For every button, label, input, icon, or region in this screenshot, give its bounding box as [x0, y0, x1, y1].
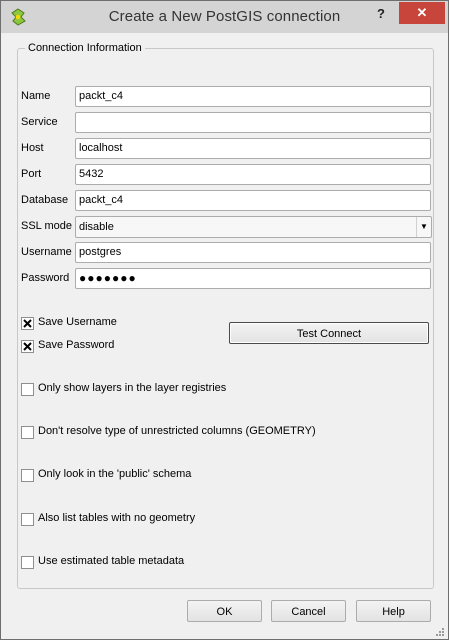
ssl-mode-value: disable	[79, 221, 114, 233]
test-connect-label: Test Connect	[296, 328, 362, 340]
database-label: Database	[21, 194, 69, 206]
port-input[interactable]: 5432	[75, 164, 431, 185]
checkbox-unchecked-icon[interactable]	[21, 556, 34, 569]
only-registries-label: Only show layers in the layer registries	[38, 382, 227, 394]
cancel-label: Cancel	[291, 606, 326, 618]
estimated-metadata-label: Use estimated table metadata	[38, 555, 185, 567]
help-button[interactable]: Help	[356, 600, 431, 622]
name-input[interactable]: packt_c4	[75, 86, 431, 107]
username-input[interactable]: postgres	[75, 242, 431, 263]
resize-grip-icon[interactable]	[435, 626, 445, 636]
group-title: Connection Information	[25, 42, 145, 54]
host-input[interactable]: localhost	[75, 138, 431, 159]
checkbox-unchecked-icon[interactable]	[21, 426, 34, 439]
checkbox-checked-icon[interactable]	[21, 317, 34, 330]
save-username-label: Save Username	[38, 316, 117, 328]
help-label: Help	[382, 606, 405, 618]
ssl-mode-select[interactable]: disable ▼	[75, 216, 432, 238]
service-label: Service	[21, 116, 58, 128]
ssl-mode-label: SSL mode	[21, 220, 72, 232]
checkbox-checked-icon[interactable]	[21, 340, 34, 353]
dialog-window: Create a New PostGIS connection ? ✕ Conn…	[0, 0, 449, 640]
host-label: Host	[21, 142, 44, 154]
checkbox-unchecked-icon[interactable]	[21, 513, 34, 526]
test-connect-button[interactable]: Test Connect	[229, 322, 429, 344]
title-bar[interactable]: Create a New PostGIS connection ? ✕	[1, 1, 448, 33]
help-icon[interactable]: ?	[370, 3, 392, 25]
save-password-label: Save Password	[38, 339, 115, 351]
ok-label: OK	[216, 606, 233, 618]
password-label: Password	[21, 272, 70, 284]
username-label: Username	[21, 246, 72, 258]
service-input[interactable]	[75, 112, 431, 133]
name-label: Name	[21, 90, 51, 102]
cancel-button[interactable]: Cancel	[271, 600, 346, 622]
checkbox-unchecked-icon[interactable]	[21, 383, 34, 396]
public-schema-label: Only look in the 'public' schema	[38, 468, 192, 480]
chevron-down-icon[interactable]: ▼	[416, 217, 431, 237]
no-geometry-label: Also list tables with no geometry	[38, 512, 196, 524]
port-label: Port	[21, 168, 42, 180]
ok-button[interactable]: OK	[187, 600, 262, 622]
database-input[interactable]: packt_c4	[75, 190, 431, 211]
close-button[interactable]: ✕	[399, 2, 445, 24]
dont-resolve-label: Don't resolve type of unrestricted colum…	[38, 425, 316, 437]
password-input[interactable]: ●●●●●●●	[75, 268, 431, 289]
checkbox-unchecked-icon[interactable]	[21, 469, 34, 482]
